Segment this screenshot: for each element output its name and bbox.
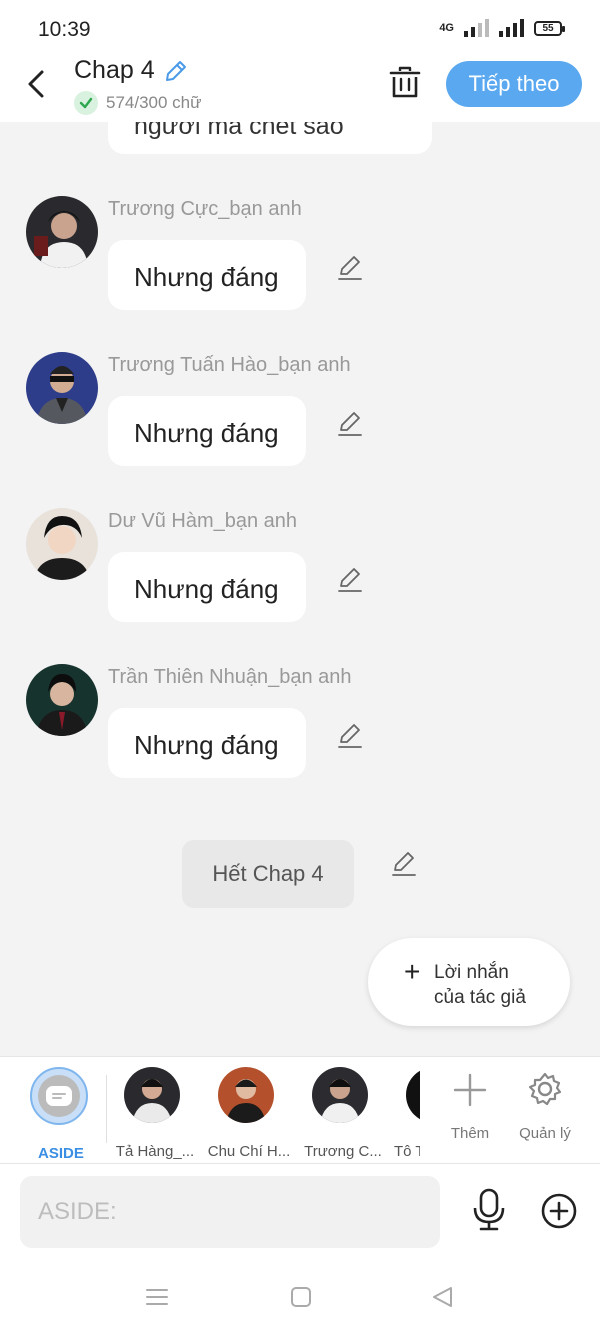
sender-name: Trương Tuấn Hào_bạn anh	[108, 354, 351, 376]
author-note-line1: Lời nhắn	[434, 962, 509, 983]
previous-message-text: người mà chết sao	[134, 122, 344, 140]
check-icon	[74, 91, 98, 115]
message-bubble[interactable]: Nhưng đáng	[108, 396, 306, 466]
back-nav-button[interactable]	[430, 1284, 456, 1310]
back-triangle-icon	[433, 1287, 452, 1307]
message-text: Nhưng đáng	[134, 574, 279, 604]
next-button[interactable]: Tiếp theo	[446, 61, 582, 107]
character-label: Tô T	[394, 1143, 420, 1160]
edit-message-icon[interactable]	[336, 254, 364, 282]
plus-icon	[453, 1073, 487, 1107]
header: Chap 4 574/300 chữ Tiếp theo	[0, 56, 600, 122]
character-item-clipped[interactable]: Tô T	[392, 1067, 420, 1163]
delete-button[interactable]	[388, 65, 422, 101]
status-icons: 4G 55	[439, 19, 565, 37]
chat-area[interactable]: người mà chết sao Trương Cực_bạn anh Như…	[0, 122, 600, 1056]
edit-message-icon[interactable]	[336, 722, 364, 750]
message-row: Trương Cực_bạn anh Nhưng đáng	[0, 196, 600, 346]
home-square-icon	[291, 1287, 311, 1307]
avatar	[124, 1067, 180, 1123]
message-text: Nhưng đáng	[134, 262, 279, 292]
plus-circle-icon	[541, 1193, 577, 1229]
back-arrow-icon	[28, 70, 44, 98]
avatar	[406, 1067, 420, 1123]
previous-message-bubble[interactable]: người mà chết sao	[108, 122, 432, 154]
avatar	[312, 1067, 368, 1123]
signal-icon-secondary	[464, 19, 489, 37]
manage-label: Quản lý	[519, 1125, 571, 1142]
avatar	[218, 1067, 274, 1123]
edit-end-icon[interactable]	[390, 850, 418, 878]
author-note-button[interactable]: + Lời nhắn của tác giả	[368, 938, 570, 1026]
message-bubble[interactable]: Nhưng đáng	[108, 240, 306, 310]
home-nav-button[interactable]	[288, 1284, 314, 1310]
plus-icon: +	[404, 956, 421, 987]
system-nav-bar	[0, 1260, 600, 1333]
status-bar: 10:39 4G 55	[0, 0, 600, 56]
signal-icon	[499, 19, 524, 37]
sender-name: Trương Cực_bạn anh	[108, 198, 302, 220]
add-character-button[interactable]: Thêm	[440, 1069, 500, 1149]
add-media-button[interactable]	[540, 1192, 578, 1230]
character-label: Trương C...	[304, 1143, 382, 1160]
microphone-icon	[473, 1188, 505, 1231]
chat-bubble-icon	[46, 1086, 72, 1106]
back-button[interactable]	[22, 66, 54, 102]
edit-message-icon[interactable]	[336, 566, 364, 594]
sender-name: Dư Vũ Hàm_bạn anh	[108, 510, 298, 532]
message-bubble[interactable]: Nhưng đáng	[108, 708, 306, 778]
message-row: Trần Thiên Nhuận_bạn anh Nhưng đáng	[0, 664, 600, 814]
battery-icon: 55	[534, 20, 565, 36]
input-bar	[0, 1164, 600, 1260]
character-item[interactable]: Chu Chí H...	[204, 1067, 290, 1160]
word-count-text: 574/300 chữ	[106, 93, 202, 112]
avatar[interactable]	[26, 508, 98, 580]
avatar[interactable]	[26, 196, 98, 268]
menu-icon	[146, 1289, 168, 1305]
aside-label: ASIDE	[38, 1145, 84, 1162]
message-input[interactable]	[20, 1176, 440, 1248]
title-area: Chap 4 574/300 chữ	[74, 56, 202, 115]
avatar[interactable]	[26, 664, 98, 736]
page-title: Chap 4	[74, 56, 155, 84]
message-text: Nhưng đáng	[134, 730, 279, 760]
avatar[interactable]	[26, 352, 98, 424]
edit-message-icon[interactable]	[336, 410, 364, 438]
chapter-end-marker[interactable]: Hết Chap 4	[182, 840, 354, 908]
word-count: 574/300 chữ	[74, 91, 202, 115]
character-label: Chu Chí H...	[207, 1143, 291, 1160]
author-note-line2: của tác giả	[434, 987, 526, 1008]
microphone-button[interactable]	[470, 1188, 508, 1232]
character-strip: ASIDE Tả Hàng_... Chu Chí H... Trương C.…	[0, 1056, 600, 1164]
menu-nav-button[interactable]	[144, 1284, 170, 1310]
gear-icon	[528, 1072, 562, 1106]
sender-name: Trần Thiên Nhuận_bạn anh	[108, 666, 352, 688]
edit-title-icon[interactable]	[163, 58, 189, 84]
character-aside[interactable]: ASIDE	[30, 1067, 90, 1162]
message-bubble[interactable]: Nhưng đáng	[108, 552, 306, 622]
character-item[interactable]: Tả Hàng_...	[110, 1067, 196, 1160]
trash-icon	[389, 66, 421, 98]
message-row: Dư Vũ Hàm_bạn anh Nhưng đáng	[0, 508, 600, 658]
status-time: 10:39	[38, 18, 91, 41]
character-label: Tả Hàng_...	[115, 1143, 195, 1160]
manage-button[interactable]: Quản lý	[515, 1069, 575, 1149]
aside-avatar	[30, 1067, 88, 1125]
add-label: Thêm	[450, 1125, 490, 1142]
network-type: 4G	[439, 22, 454, 34]
character-item[interactable]: Trương C...	[298, 1067, 384, 1160]
message-row: Trương Tuấn Hào_bạn anh Nhưng đáng	[0, 352, 600, 502]
message-text: Nhưng đáng	[134, 418, 279, 448]
strip-divider	[106, 1075, 107, 1143]
